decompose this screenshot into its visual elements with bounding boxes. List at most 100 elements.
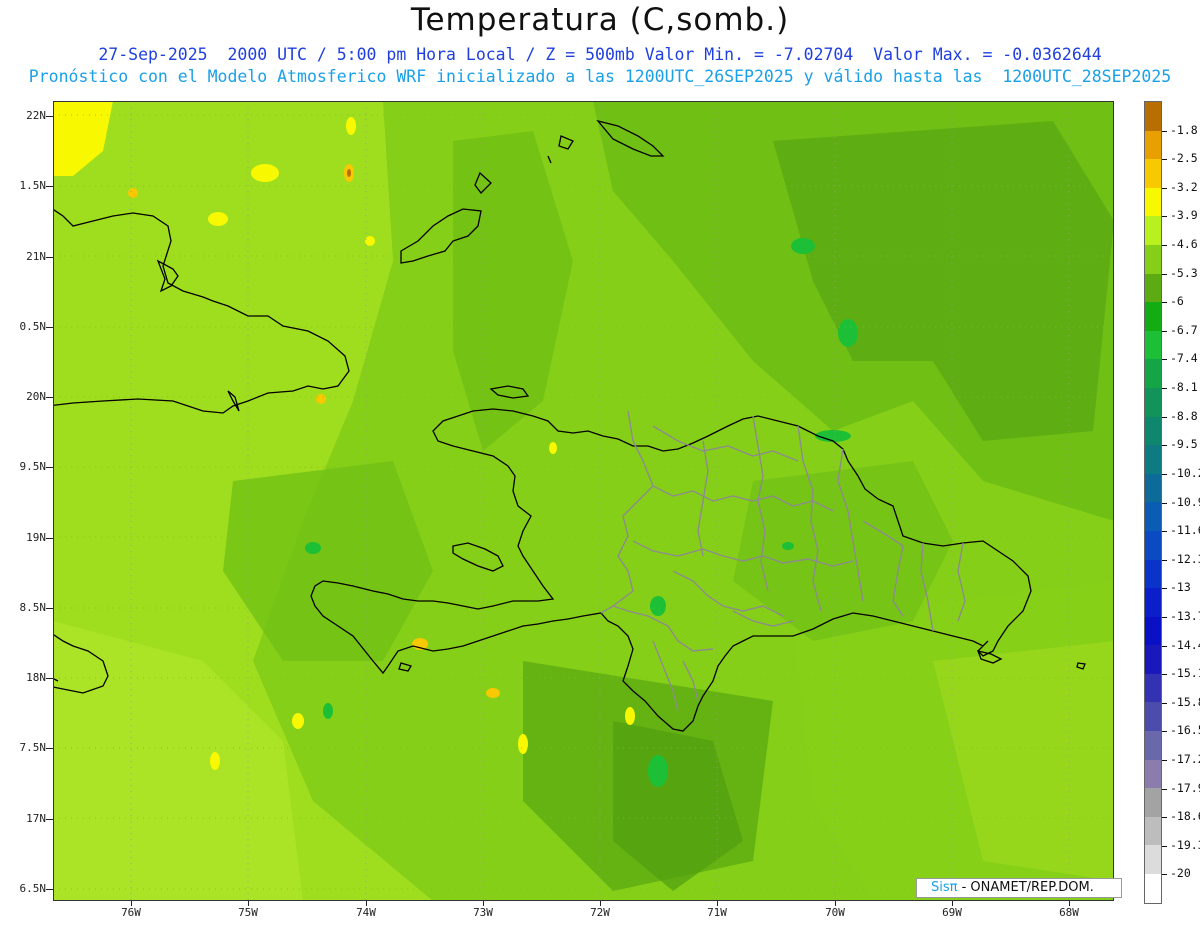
- legend-swatch: [1145, 502, 1161, 531]
- legend-label: -1.8: [1170, 122, 1198, 137]
- legend-swatch: [1145, 731, 1161, 760]
- warm-spot: [316, 394, 326, 404]
- lon-label-74w: 74W: [356, 906, 376, 919]
- lat-label-22n: 22N: [26, 109, 46, 122]
- legend-tick: [1162, 245, 1167, 247]
- lon-tick: [483, 901, 484, 906]
- legend-tick: [1162, 502, 1167, 504]
- legend-tick: [1162, 416, 1167, 418]
- legend-label: -9.5: [1170, 437, 1198, 452]
- legend-swatch: [1145, 187, 1161, 217]
- legend-label: -13.7: [1170, 608, 1200, 623]
- legend-swatch: [1145, 788, 1161, 817]
- lon-tick: [952, 901, 953, 906]
- legend-tick: [1162, 445, 1167, 447]
- legend-label: -10.2: [1170, 465, 1200, 480]
- lat-tick: [46, 116, 53, 117]
- legend-label: -10.9: [1170, 494, 1200, 509]
- lon-tick: [366, 901, 367, 906]
- lat-label-16-5n: 6.5N: [19, 882, 47, 895]
- lon-label-73w: 73W: [473, 906, 493, 919]
- legend-swatch: [1145, 759, 1161, 789]
- legend-label: -3.9: [1170, 208, 1198, 223]
- lat-tick: [46, 538, 53, 539]
- warm-spot: [128, 188, 138, 198]
- legend-swatch: [1145, 159, 1161, 188]
- lon-label-70w: 70W: [825, 906, 845, 919]
- lon-tick: [1069, 901, 1070, 906]
- legend-tick: [1162, 731, 1167, 733]
- legend-swatch: [1145, 702, 1161, 732]
- lat-label-20n: 20N: [26, 390, 46, 403]
- legend-label: -17.2: [1170, 751, 1200, 766]
- legend-tick: [1162, 874, 1167, 876]
- legend-tick: [1162, 273, 1167, 275]
- legend-swatch: [1145, 244, 1161, 274]
- lon-label-72w: 72W: [590, 906, 610, 919]
- lon-label-76w: 76W: [121, 906, 141, 919]
- legend-tick: [1162, 359, 1167, 361]
- legend-swatch: [1145, 845, 1161, 875]
- legend-tick: [1162, 817, 1167, 819]
- legend-tick: [1162, 216, 1167, 218]
- legend-tick: [1162, 388, 1167, 390]
- legend-tick: [1162, 302, 1167, 304]
- legend-swatch: [1145, 559, 1161, 589]
- legend-swatch: [1145, 302, 1161, 331]
- warm-spot: [518, 734, 528, 754]
- legend-tick: [1162, 845, 1167, 847]
- legend-label: -16.5: [1170, 723, 1200, 738]
- legend-label: -6: [1170, 294, 1184, 309]
- cold-spot: [648, 755, 668, 787]
- legend-label: -3.2: [1170, 179, 1198, 194]
- legend-swatch: [1145, 616, 1161, 646]
- legend-tick: [1162, 588, 1167, 590]
- legend-label: -2.5: [1170, 151, 1198, 166]
- legend-swatch: [1145, 473, 1161, 503]
- lat-tick: [46, 608, 53, 609]
- legend-swatch: [1145, 645, 1161, 674]
- map-subtitle-time: 27-Sep-2025 2000 UTC / 5:00 pm Hora Loca…: [98, 45, 1102, 64]
- credit-box: Sisπ - ONAMET/REP.DOM.: [916, 878, 1122, 898]
- lon-label-71w: 71W: [707, 906, 727, 919]
- warm-spot: [625, 707, 635, 725]
- lat-label-20-5n: 0.5N: [19, 320, 47, 333]
- legend-label: -8.8: [1170, 408, 1198, 423]
- legend-swatch: [1145, 816, 1161, 846]
- legend-tick: [1162, 130, 1167, 132]
- warm-spot: [365, 236, 375, 246]
- cold-spot: [650, 596, 666, 616]
- legend-swatch: [1145, 673, 1161, 703]
- legend-label: -11.6: [1170, 523, 1200, 538]
- legend-tick: [1162, 645, 1167, 647]
- legend-label: -5.3: [1170, 265, 1198, 280]
- legend-tick: [1162, 531, 1167, 533]
- legend-tick: [1162, 330, 1167, 332]
- legend-swatch: [1145, 416, 1161, 446]
- lon-tick: [600, 901, 601, 906]
- color-legend: [1144, 101, 1162, 904]
- warm-spot: [210, 752, 220, 770]
- legend-tick: [1162, 159, 1167, 161]
- lat-label-17n: 17N: [26, 812, 46, 825]
- legend-swatch: [1145, 273, 1161, 303]
- legend-tick: [1162, 616, 1167, 618]
- cold-spot: [323, 703, 333, 719]
- lat-tick: [46, 467, 53, 468]
- legend-tick: [1162, 759, 1167, 761]
- warm-spot: [251, 164, 279, 182]
- lat-label-18n: 18N: [26, 671, 46, 684]
- cold-spot: [305, 542, 321, 554]
- lon-label-69w: 69W: [942, 906, 962, 919]
- legend-swatch: [1145, 530, 1161, 560]
- legend-label: -20: [1170, 866, 1191, 881]
- warm-spot: [549, 442, 557, 454]
- lon-tick: [248, 901, 249, 906]
- lat-label-17-5n: 7.5N: [19, 741, 47, 754]
- legend-label: -6.7: [1170, 322, 1198, 337]
- warm-spot: [346, 117, 356, 135]
- warm-spot: [208, 212, 228, 226]
- lon-label-75w: 75W: [238, 906, 258, 919]
- credit-brand: Sisπ: [931, 880, 958, 895]
- legend-swatch: [1145, 216, 1161, 245]
